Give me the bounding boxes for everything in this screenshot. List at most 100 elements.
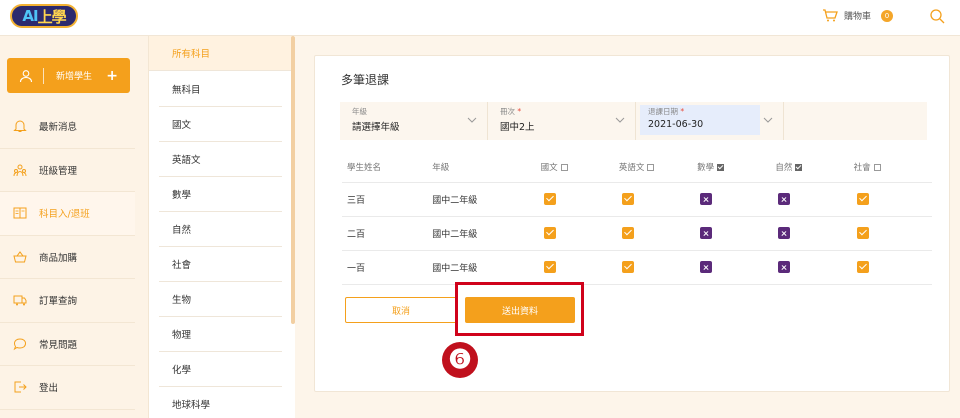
chevron-down-icon (763, 117, 773, 123)
person-icon (19, 69, 33, 82)
cell (853, 216, 932, 251)
logo-text-a: A (22, 7, 34, 25)
enrolled-checkbox[interactable] (621, 227, 634, 239)
subject-item[interactable]: 社會 (159, 247, 282, 282)
sidebar-item-orders[interactable]: 訂單查詢 (0, 279, 135, 323)
sidebar-item-news[interactable]: 最新消息 (0, 105, 135, 149)
withdraw-checkbox[interactable] (700, 193, 713, 205)
sidebar-item-class-management[interactable]: 班級管理 (0, 149, 135, 192)
logo[interactable]: A I 上學 (10, 4, 78, 28)
col-header-label: 英語文 (618, 162, 645, 173)
subject-list-scrollbar[interactable] (291, 36, 295, 324)
sidebar-item-shop[interactable]: 商品加購 (0, 236, 135, 279)
top-header: A I 上學 購物車 0 (0, 0, 960, 36)
grade-select[interactable]: 年級 請選擇年級 (340, 102, 488, 140)
grade-select-label: 年級 (352, 107, 367, 116)
col-header-label: 數學 (697, 162, 715, 173)
page-title: 多筆退課 (341, 73, 390, 87)
enrolled-checkbox[interactable] (621, 261, 634, 273)
cell (697, 182, 776, 217)
sidebar: 新增學生 + 最新消息 班級管理 科目入/退班 商品加購 訂單查詢 常見問題 登… (0, 36, 148, 418)
add-student-label: 新增學生 (56, 72, 93, 82)
cell (618, 216, 698, 251)
tutorial-step-marker: ❻ (442, 342, 478, 378)
date-picker-value: 2021-06-30 (648, 119, 704, 130)
sidebar-item-logout[interactable]: 登出 (0, 366, 135, 410)
subject-item-all[interactable]: 所有科目 (149, 36, 292, 71)
cell (775, 182, 854, 217)
withdraw-checkbox[interactable] (778, 261, 791, 273)
enrolled-checkbox[interactable] (543, 193, 556, 205)
header-checkbox[interactable] (560, 163, 568, 171)
subject-item[interactable]: 數學 (159, 177, 282, 212)
enrolled-checkbox[interactable] (856, 227, 869, 239)
subject-item[interactable]: 國文 (159, 107, 282, 142)
header-checkbox-checked[interactable] (795, 163, 803, 171)
sidebar-item-label: 訂單查詢 (39, 296, 78, 308)
logout-icon (14, 381, 27, 393)
col-header-chinese[interactable]: 國文 (540, 152, 619, 183)
student-grade: 國中二年級 (432, 250, 541, 285)
subject-item[interactable]: 生物 (159, 282, 282, 317)
cart-button[interactable]: 購物車 0 (822, 9, 894, 22)
term-label-text: 冊次 (500, 107, 515, 116)
col-header-social[interactable]: 社會 (853, 152, 932, 183)
chevron-down-icon (615, 117, 625, 123)
logo-text-c: 上學 (37, 7, 67, 26)
table-row: 二百 國中二年級 (342, 216, 932, 251)
col-header-math[interactable]: 數學 (697, 152, 776, 183)
enrolled-checkbox[interactable] (856, 261, 869, 273)
table-row: 三百 國中二年級 (342, 182, 932, 217)
subject-item[interactable]: 化學 (159, 352, 282, 387)
sidebar-item-subject-enroll[interactable]: 科目入/退班 (0, 192, 135, 236)
add-student-button[interactable]: 新增學生 + (7, 58, 130, 93)
cell (697, 216, 776, 251)
withdraw-checkbox[interactable] (778, 227, 791, 239)
subject-item[interactable]: 無科目 (159, 72, 282, 107)
enrolled-checkbox[interactable] (856, 193, 869, 205)
sidebar-item-label: 最新消息 (39, 122, 78, 134)
cell (853, 182, 932, 217)
term-select-value: 國中2上 (500, 122, 535, 133)
withdraw-checkbox[interactable] (778, 193, 791, 205)
subject-item[interactable]: 英語文 (159, 142, 282, 177)
header-checkbox[interactable] (647, 163, 655, 171)
subject-item[interactable]: 物理 (159, 317, 282, 352)
sidebar-item-label: 班級管理 (39, 165, 78, 177)
col-header-name: 學生姓名 (342, 152, 433, 183)
col-header-science[interactable]: 自然 (775, 152, 854, 183)
student-name: 三百 (342, 182, 433, 217)
subject-item[interactable]: 自然 (159, 212, 282, 247)
student-grade: 國中二年級 (432, 182, 541, 217)
enrolled-checkbox[interactable] (621, 193, 634, 205)
sidebar-item-label: 科目入/退班 (39, 209, 90, 221)
withdraw-date-picker[interactable]: 退課日期 * 2021-06-30 (636, 102, 784, 140)
student-name: 二百 (342, 216, 433, 251)
student-subject-table: 學生姓名 年級 國文 英語文 數學 自然 社會 三百 國中二年級 二百 國中二年… (342, 152, 932, 285)
subject-list: 所有科目 無科目 國文 英語文 數學 自然 社會 生物 物理 化學 地球科學 (148, 36, 295, 418)
cell (618, 250, 698, 285)
subject-item[interactable]: 地球科學 (159, 387, 282, 418)
bulk-withdraw-card: 多筆退課 年級 請選擇年級 冊次 * 國中2上 退課日期 * 2021-06-3… (314, 55, 950, 392)
enrolled-checkbox[interactable] (543, 227, 556, 239)
enrolled-checkbox[interactable] (543, 261, 556, 273)
withdraw-checkbox[interactable] (700, 261, 713, 273)
header-checkbox[interactable] (873, 163, 881, 171)
basket-icon (13, 250, 27, 263)
date-label-text: 退課日期 (648, 107, 678, 116)
withdraw-checkbox[interactable] (700, 227, 713, 239)
search-icon[interactable] (929, 8, 945, 24)
term-select[interactable]: 冊次 * 國中2上 (488, 102, 636, 140)
col-header-label: 社會 (853, 162, 871, 173)
sidebar-nav: 最新消息 班級管理 科目入/退班 商品加購 訂單查詢 常見問題 登出 (0, 105, 135, 410)
sidebar-item-faq[interactable]: 常見問題 (0, 323, 135, 366)
cell (540, 250, 619, 285)
cancel-button[interactable]: 取消 (345, 297, 457, 323)
users-icon (13, 164, 27, 176)
cart-count-badge: 0 (881, 9, 894, 22)
header-checkbox-checked[interactable] (717, 163, 725, 171)
plus-icon: + (106, 67, 118, 84)
required-mark: * (680, 107, 685, 116)
col-header-english[interactable]: 英語文 (618, 152, 698, 183)
chat-icon (13, 338, 27, 350)
